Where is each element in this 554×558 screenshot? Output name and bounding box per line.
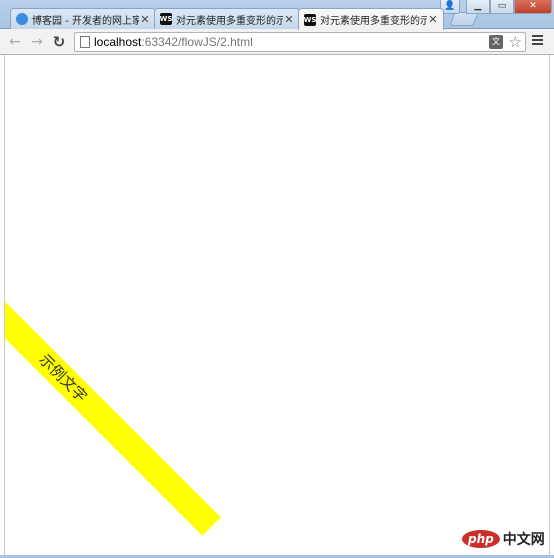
browser-toolbar: ← → ↻ localhost:63342/flowJS/2.html 文 ☆ [0,29,554,55]
address-bar[interactable]: localhost:63342/flowJS/2.html 文 ☆ [74,32,526,52]
window-controls: 👤 ▁ ▭ ✕ [440,0,552,14]
webstorm-favicon-icon: WS [159,13,173,25]
webstorm-favicon-icon: WS [303,13,317,26]
tab-title: 对元素使用多重变形的示例 [176,15,283,27]
php-logo: php [462,530,500,548]
tab-transform-demo-2[interactable]: WS 对元素使用多重变形的示例 ✕ [298,8,444,30]
translate-icon[interactable]: 文 [489,35,503,49]
blog-favicon-icon [16,13,28,25]
tab-strip: 博客园 - 开发者的网上家园 ✕ WS 对元素使用多重变形的示例 ✕ WS 对元… [0,0,554,30]
tab-title: 对元素使用多重变形的示例 [320,16,427,27]
tab-close-icon[interactable]: ✕ [427,13,439,26]
menu-icon[interactable] [532,35,546,49]
demo-text: 示例文字 [35,350,91,406]
tab-close-icon[interactable]: ✕ [139,13,151,26]
forward-arrow-icon[interactable]: → [28,33,46,51]
transformed-demo-box: 示例文字 [5,298,221,536]
tab-transform-demo-1[interactable]: WS 对元素使用多重变形的示例 ✕ [154,8,300,29]
maximize-button[interactable]: ▭ [490,0,514,14]
page-viewport: 示例文字 [4,55,550,555]
close-window-button[interactable]: ✕ [514,0,552,14]
url-path: :63342/flowJS/2.html [141,35,253,49]
watermark-site-name: 中文网 [502,532,545,548]
reload-icon[interactable]: ↻ [50,33,68,51]
tab-cnblogs[interactable]: 博客园 - 开发者的网上家园 ✕ [10,8,156,29]
new-tab-button[interactable] [449,12,479,26]
tab-close-icon[interactable]: ✕ [283,13,295,26]
minimize-button[interactable]: ▁ [466,0,490,14]
back-arrow-icon[interactable]: ← [6,33,24,51]
url-text[interactable]: localhost:63342/flowJS/2.html [94,35,253,49]
tab-list: 博客园 - 开发者的网上家园 ✕ WS 对元素使用多重变形的示例 ✕ WS 对元… [10,8,444,30]
browser-window: 博客园 - 开发者的网上家园 ✕ WS 对元素使用多重变形的示例 ✕ WS 对元… [0,0,554,558]
bookmark-star-icon[interactable]: ☆ [509,33,522,51]
watermark: php 中文网 [462,527,545,551]
tab-title: 博客园 - 开发者的网上家园 [32,15,139,27]
url-host: localhost [94,35,142,49]
page-icon [80,36,90,48]
